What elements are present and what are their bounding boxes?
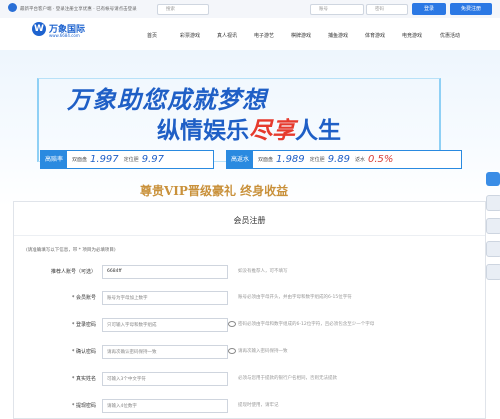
field-hint: 如没有推荐人，可不填写 [238, 269, 288, 274]
odds-box-left: 高赔率 双面盘 1.997 定位胆 9.97 [40, 150, 214, 169]
rebate-label-2: 定位胆 [309, 157, 325, 163]
logo-mark-icon: W [32, 22, 46, 36]
slogan-line-2: 纵情娱乐尽享人生 [157, 111, 341, 145]
register-title: 会员注册 [233, 216, 266, 225]
form-row-referrer: 推荐人账号（可选） 6684ff 如没有推荐人，可不填写 [14, 265, 485, 279]
app-icon [486, 241, 500, 257]
form-row-password: * 登录密码 只可输入字母和数字组成 密码必须由字母和数字组成的6-12位字符，… [14, 318, 485, 332]
nav-item-fishing[interactable]: 捕鱼游戏 [328, 32, 348, 39]
password-input[interactable]: 密码 [366, 4, 408, 15]
search-placeholder: 搜索 [166, 7, 175, 12]
required-note: (请准确填写以下信息，带 * 项目为必填项目) [26, 248, 116, 253]
eye-icon[interactable] [228, 321, 236, 327]
float-top[interactable] [486, 264, 500, 280]
password-field[interactable]: 只可输入字母和数字组成 [102, 318, 228, 332]
top-icon [486, 264, 500, 280]
field-label: * 确认密码 [71, 349, 96, 355]
field-placeholder: 请再次确认密码保持一致 [107, 350, 157, 355]
password-placeholder: 密码 [375, 7, 384, 12]
float-qq[interactable] [486, 195, 500, 211]
realname-input[interactable]: 可输入3个中文字符 [102, 372, 228, 386]
main-nav: W 万象国际 www.6684.com 首页 彩票游戏 真人视讯 电子游艺 棋牌… [0, 18, 500, 51]
nav-item-home[interactable]: 首页 [147, 32, 157, 39]
confirm-password-field[interactable]: 请再次确认密码保持一致 [102, 345, 228, 359]
rebate-value-2: 9.89 [327, 154, 350, 165]
form-row-realname: * 真实姓名 可输入3个中文字符 必须与您用于提款的银行户名相同，否则无法提款 [14, 372, 485, 386]
odds-label-2: 定位胆 [123, 157, 139, 163]
form-row-username: * 会员账号 账号为字母加上数字 账号必须由字母开头，并由字母和数字组成的6-1… [14, 291, 485, 305]
field-label: * 真实姓名 [71, 376, 96, 382]
login-button[interactable]: 登录 [412, 3, 446, 15]
odds-box-right: 高返水 双面盘 1.989 定位胆 9.89 返水 0.5% [226, 150, 462, 169]
float-app[interactable] [486, 241, 500, 257]
odds-tag: 高赔率 [41, 151, 68, 168]
vip-banner: 尊贵VIP晋级豪礼 终身收益 [140, 184, 289, 198]
eye-icon[interactable] [228, 348, 236, 354]
field-hint: 密码必须由字母和数字组成的6-12位字符，且必须包含至少一个字母 [238, 322, 375, 327]
field-label: * 登录密码 [71, 322, 96, 328]
nav-item-slots[interactable]: 电子游艺 [254, 32, 274, 39]
field-label: * 提现密码 [71, 403, 96, 409]
nav-item-lottery[interactable]: 彩票游戏 [180, 32, 200, 39]
register-button[interactable]: 免费注册 [450, 3, 492, 15]
username-input[interactable]: 账号为字母加上数字 [102, 291, 228, 305]
rebate-label-1: 双面盘 [258, 157, 274, 163]
rebate-value-3: 0.5% [367, 154, 394, 165]
nav-item-live[interactable]: 真人视讯 [217, 32, 237, 39]
field-placeholder: 请输入4位数字 [107, 404, 137, 409]
slogan-part-a: 纵情娱乐 [157, 117, 249, 144]
float-chat[interactable] [486, 172, 500, 188]
account-input[interactable]: 账号 [310, 4, 364, 15]
phone-icon [486, 218, 500, 234]
odds-label-1: 双面盘 [72, 157, 88, 163]
rebate-tag: 高返水 [227, 151, 254, 168]
float-phone[interactable] [486, 218, 500, 234]
withdraw-pin-input[interactable]: 请输入4位数字 [102, 399, 228, 413]
brand-url: www.6684.com [49, 33, 80, 38]
form-row-confirm: * 确认密码 请再次确认密码保持一致 请再次输入密码保持一致 [14, 345, 485, 359]
slogan-line-1: 万象助您成就梦想 [67, 85, 267, 114]
register-panel: 会员注册 (请准确填写以下信息，带 * 项目为必填项目) 推荐人账号（可选） 6… [13, 201, 486, 419]
slogan-part-accent: 尽享 [249, 117, 295, 144]
divider [14, 235, 485, 236]
search-input[interactable]: 搜索 [157, 4, 209, 15]
field-hint: 必须与您用于提款的银行户名相同，否则无法提款 [238, 376, 337, 381]
account-placeholder: 账号 [319, 7, 328, 12]
field-hint: 账号必须由字母开头，并由字母和数字组成的6-15位字符 [238, 295, 352, 300]
odds-value-1: 1.997 [90, 154, 119, 165]
field-placeholder: 只可输入字母和数字组成 [107, 323, 157, 328]
qq-icon [486, 195, 500, 211]
speaker-icon [8, 3, 17, 12]
field-placeholder: 可输入3个中文字符 [107, 377, 146, 382]
notice-marquee: 最新平台客户端 · 登录注册立享优惠 · 已有帐号请点击登录 [20, 7, 137, 12]
rebate-value-1: 1.989 [276, 154, 305, 165]
field-label: * 会员账号 [71, 295, 96, 301]
nav-item-esports[interactable]: 电竞游戏 [402, 32, 422, 39]
field-label: 推荐人账号（可选） [50, 269, 96, 275]
slogan-part-c: 人生 [295, 117, 341, 144]
top-bar: 最新平台客户端 · 登录注册立享优惠 · 已有帐号请点击登录 搜索 账号 密码 … [0, 0, 500, 19]
field-hint: 提现时使用，请牢记 [238, 403, 279, 408]
nav-item-promotions[interactable]: 优惠活动 [440, 32, 460, 39]
field-value: 6684ff [107, 269, 122, 274]
rebate-label-3: 返水 [354, 157, 365, 163]
field-placeholder: 账号为字母加上数字 [107, 296, 148, 301]
field-hint: 请再次输入密码保持一致 [238, 349, 288, 354]
form-row-withdraw-pin: * 提现密码 请输入4位数字 提现时使用，请牢记 [14, 399, 485, 413]
referrer-input[interactable]: 6684ff [102, 265, 228, 279]
chat-icon [486, 172, 500, 186]
nav-item-sports[interactable]: 体育游戏 [365, 32, 385, 39]
odds-value-2: 9.97 [141, 154, 164, 165]
nav-item-cards[interactable]: 棋牌游戏 [291, 32, 311, 39]
